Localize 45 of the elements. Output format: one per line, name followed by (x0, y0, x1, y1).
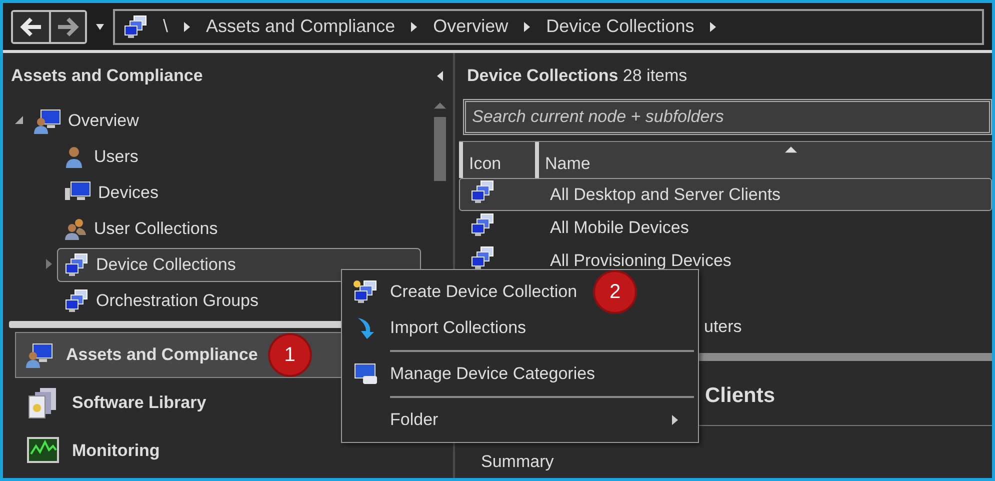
users-icon (64, 217, 88, 241)
tree-item[interactable]: User Collections (57, 212, 225, 246)
history-dropdown-icon (95, 22, 105, 32)
collection-icon (470, 213, 496, 237)
forward-button[interactable] (49, 12, 85, 42)
overview-icon (34, 108, 62, 134)
address-bar[interactable]: \ Assets and Compliance Overview Device Collections (113, 8, 984, 44)
breadcrumb-separator-icon (182, 22, 192, 32)
breadcrumb-separator-icon (522, 22, 532, 32)
collapse-pane-icon (435, 71, 445, 81)
forward-icon (56, 16, 80, 38)
collection-icon (470, 246, 496, 270)
collection-icon (64, 253, 90, 277)
back-icon (19, 16, 43, 38)
tree-item[interactable]: Device Collections (57, 248, 421, 282)
categories-icon (353, 362, 379, 386)
pane-title: Device Collections 28 items (467, 66, 688, 86)
breadcrumb-separator-icon (708, 22, 718, 32)
step-marker: 1 (270, 335, 310, 375)
collection-icon (64, 289, 90, 313)
breadcrumb-item[interactable]: Assets and Compliance (206, 16, 396, 37)
tree-item[interactable]: Overview (27, 104, 146, 138)
tree-item[interactable]: Devices (57, 176, 166, 210)
collection-row[interactable]: All Mobile Devices (459, 211, 992, 244)
summary-tab[interactable]: Summary (481, 452, 992, 472)
breadcrumb-separator-icon (409, 22, 420, 32)
monitoring-icon (26, 436, 60, 466)
submenu-arrow-icon (670, 415, 680, 425)
pane-title: Assets and Compliance (11, 66, 203, 86)
breadcrumb-item[interactable]: \ (163, 16, 168, 37)
collection-row[interactable]: All Desktop and Server Clients (459, 178, 992, 211)
expand-icon (44, 259, 54, 269)
search-field[interactable]: Search current node + subfolders (463, 99, 992, 135)
step-marker: 2 (595, 272, 636, 312)
details-title: Clients (705, 384, 776, 408)
new-collection-icon (353, 280, 379, 304)
breadcrumb-item[interactable]: Device Collections (546, 16, 694, 37)
breadcrumb-item[interactable]: Overview (433, 16, 508, 37)
tree-item[interactable]: Users (57, 140, 146, 174)
collection-icon (470, 180, 496, 204)
tree-item[interactable]: Orchestration Groups (57, 284, 266, 318)
back-button[interactable] (13, 12, 49, 42)
collapse-icon (14, 115, 24, 125)
assets-icon (26, 342, 54, 368)
console-icon (123, 14, 149, 38)
